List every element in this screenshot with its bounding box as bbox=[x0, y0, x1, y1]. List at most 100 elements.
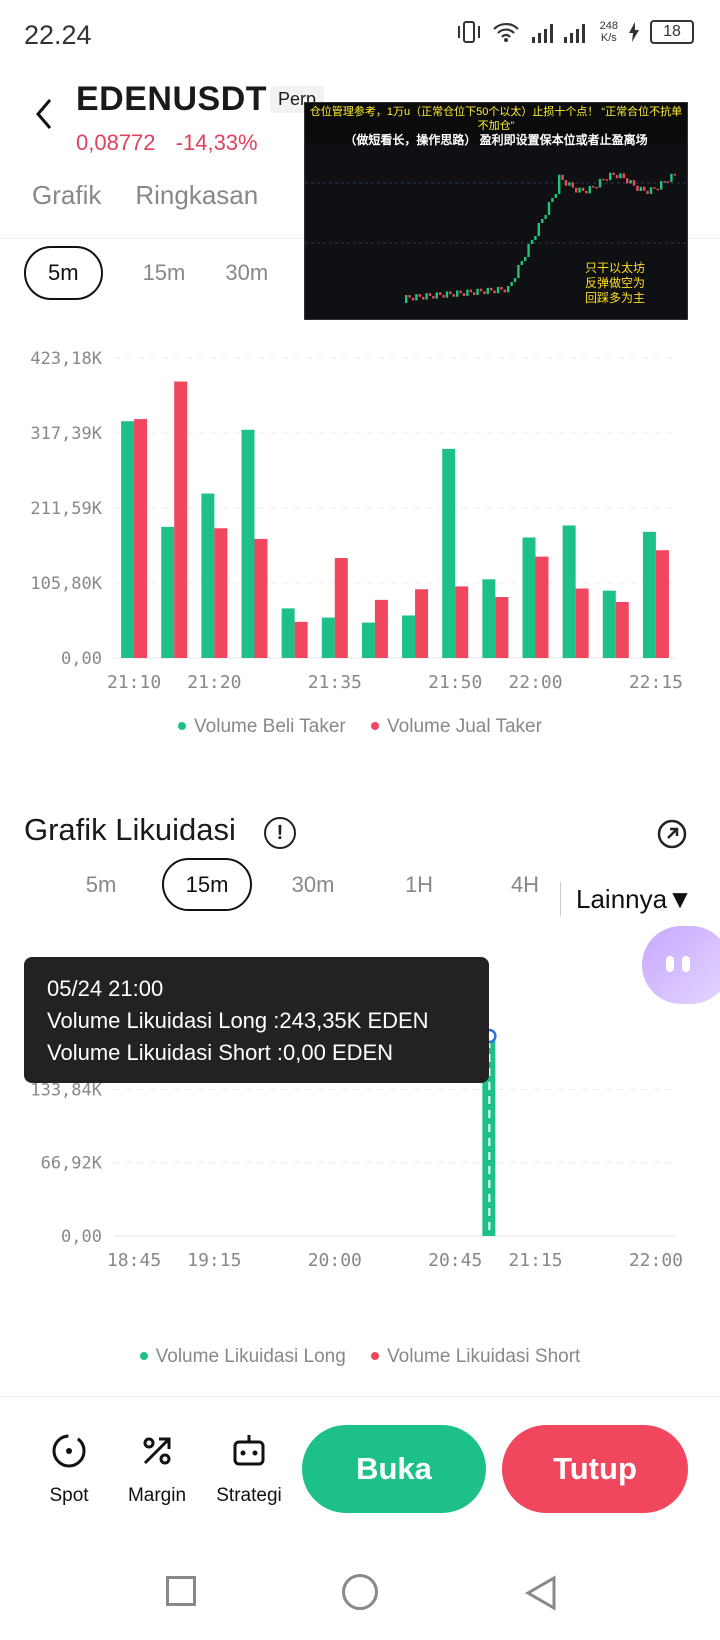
overlay-candle bbox=[513, 278, 517, 282]
overlay-candle bbox=[558, 174, 561, 194]
overlay-candle bbox=[462, 293, 466, 296]
bar-series-1 bbox=[361, 622, 375, 658]
overlay-candle bbox=[568, 182, 571, 186]
info-icon[interactable]: ! bbox=[264, 817, 296, 849]
overlay-candle bbox=[670, 173, 673, 182]
liq-interval-30m[interactable]: 30m bbox=[260, 872, 366, 898]
x-tick-label: 20:45 bbox=[428, 1250, 482, 1271]
x-tick-label: 20:00 bbox=[308, 1250, 362, 1271]
assistant-bubble[interactable] bbox=[642, 926, 720, 1004]
taker-volume-chart: 0,00 105,80K 211,59K 317,39K 423,18K 21:10 21:… bbox=[30, 349, 683, 693]
x-tick-label: 22:00 bbox=[508, 672, 562, 693]
overlay-candle bbox=[551, 198, 554, 202]
liq-interval-1h[interactable]: 1H bbox=[366, 872, 472, 898]
x-tick-label: 21:20 bbox=[187, 672, 241, 693]
overlay-candle bbox=[435, 292, 438, 299]
overlay-candle bbox=[636, 185, 639, 192]
open-position-button[interactable]: Buka bbox=[302, 1425, 486, 1513]
floating-video-overlay[interactable]: 仓位管理参考，1万u（正常仓位下50个以太）止损十个点！ “正常合位不抗单不加仓… bbox=[304, 102, 688, 320]
overlay-candle bbox=[592, 186, 595, 188]
overlay-candle bbox=[537, 223, 540, 236]
overlay-candle bbox=[428, 293, 432, 296]
liq-interval-5m[interactable]: 5m bbox=[48, 872, 154, 898]
home-button[interactable] bbox=[342, 1574, 378, 1610]
interval-30m[interactable]: 30m bbox=[225, 260, 268, 286]
bar-series-2 bbox=[575, 588, 589, 658]
close-position-button[interactable]: Tutup bbox=[502, 1425, 688, 1513]
external-link-icon[interactable] bbox=[656, 818, 688, 850]
bar-series-1 bbox=[241, 429, 255, 658]
liquidation-legend: Volume Likuidasi Long Volume Likuidasi S… bbox=[0, 1346, 720, 1368]
y-tick-label: 423,18K bbox=[30, 349, 102, 369]
battery-indicator: 18 bbox=[650, 20, 694, 44]
x-tick-label: 21:50 bbox=[428, 672, 482, 693]
bar-series-1 bbox=[642, 531, 656, 658]
overlay-candle bbox=[585, 190, 588, 194]
overlay-candle bbox=[643, 186, 646, 191]
chart-tooltip: 05/24 21:00 Volume Likuidasi Long :243,3… bbox=[24, 957, 489, 1083]
vibrate-icon bbox=[457, 21, 480, 43]
overlay-candle bbox=[595, 186, 598, 189]
spot-button[interactable]: Spot bbox=[24, 1431, 114, 1507]
x-tick-label: 22:00 bbox=[629, 1250, 683, 1271]
bar-series-1 bbox=[522, 537, 536, 658]
tab-grafik[interactable]: Grafik bbox=[32, 180, 101, 211]
overlay-candle bbox=[605, 179, 608, 181]
overlay-candle bbox=[408, 295, 411, 298]
overlay-candle bbox=[663, 181, 666, 183]
overlay-candle bbox=[629, 180, 632, 184]
overlay-candle bbox=[581, 187, 585, 191]
back-arrow-icon[interactable] bbox=[30, 94, 60, 134]
overlay-candle bbox=[612, 172, 615, 176]
margin-button[interactable]: Margin bbox=[112, 1431, 202, 1507]
overlay-candle bbox=[622, 173, 625, 179]
liq-interval-4h[interactable]: 4H bbox=[472, 872, 578, 898]
overlay-candle bbox=[527, 244, 530, 257]
y-tick-label: 211,59K bbox=[30, 499, 102, 519]
net-speed: 248 K/s bbox=[599, 20, 618, 44]
bar-series-2 bbox=[374, 599, 388, 658]
interval-15m[interactable]: 15m bbox=[143, 260, 186, 286]
back-nav-icon[interactable] bbox=[524, 1574, 558, 1612]
symbol-title[interactable]: EDENUSDT bbox=[76, 80, 267, 119]
bar-series-2 bbox=[254, 538, 268, 658]
system-nav-bar bbox=[0, 1550, 720, 1640]
overlay-candle bbox=[452, 294, 455, 297]
legend-long: Volume Likuidasi Long bbox=[139, 1346, 346, 1367]
interval-tabs-taker: 5m 15m 30m bbox=[24, 246, 268, 300]
bar-series-2 bbox=[615, 601, 629, 658]
liq-interval-15m[interactable]: 15m bbox=[161, 858, 253, 911]
overlay-candle bbox=[524, 257, 527, 261]
legend-sell: Volume Jual Taker bbox=[371, 716, 542, 737]
bar-series-2 bbox=[655, 550, 669, 658]
x-tick-label: 21:10 bbox=[107, 672, 161, 693]
main-tabs: Grafik Ringkasan bbox=[32, 180, 258, 211]
overlay-candle bbox=[530, 240, 534, 244]
overlay-candle bbox=[666, 181, 670, 183]
overlay-candle bbox=[493, 290, 496, 294]
x-tick-label: 22:15 bbox=[629, 672, 683, 693]
signal-icon bbox=[531, 24, 585, 43]
overlay-candle bbox=[473, 292, 476, 295]
recent-apps-button[interactable] bbox=[166, 1576, 196, 1606]
more-dropdown[interactable]: Lainnya▼ bbox=[576, 884, 693, 915]
y-tick-label: 317,39K bbox=[30, 424, 102, 444]
overlay-candle bbox=[653, 187, 656, 189]
overlay-candle bbox=[459, 290, 462, 294]
bar-series-1 bbox=[161, 526, 175, 658]
bar-series-2 bbox=[334, 558, 348, 658]
overlay-candle bbox=[486, 287, 489, 295]
tab-ringkasan[interactable]: Ringkasan bbox=[135, 180, 258, 211]
overlay-candle bbox=[456, 290, 459, 297]
bar-series-1 bbox=[201, 493, 215, 658]
x-tick-label: 18:45 bbox=[107, 1250, 161, 1271]
overlay-candle bbox=[534, 236, 537, 240]
overlay-candle bbox=[656, 188, 659, 191]
overlay-banner: 仓位管理参考，1万u（正常仓位下50个以太）止损十个点！ “正常合位不抗单不加仓… bbox=[305, 103, 687, 147]
strategy-button[interactable]: Strategi bbox=[204, 1431, 294, 1507]
interval-5m[interactable]: 5m bbox=[24, 246, 103, 300]
bar-series-2 bbox=[495, 597, 509, 658]
overlay-candle bbox=[639, 186, 642, 192]
status-time: 22.24 bbox=[24, 20, 92, 50]
bar-series-2 bbox=[535, 556, 549, 658]
